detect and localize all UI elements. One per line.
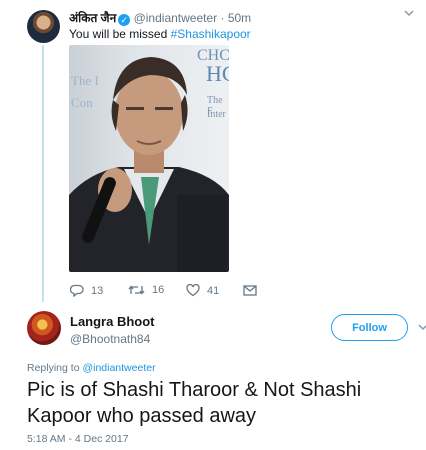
like-icon <box>186 284 200 297</box>
tweet-header: अंकित जैन ✓ @indiantweeter · 50m <box>69 9 251 26</box>
retweet-icon <box>128 285 145 295</box>
author-handle[interactable]: @indiantweeter <box>134 11 218 25</box>
retweet-count: 16 <box>152 284 165 296</box>
replying-to-link[interactable]: @indiantweeter <box>82 362 155 374</box>
follow-button[interactable]: Follow <box>331 314 408 341</box>
author-name[interactable]: अंकित जैन <box>69 11 116 25</box>
like-count: 41 <box>207 284 220 297</box>
chevron-down-icon[interactable] <box>418 322 426 332</box>
tweet-timestamp[interactable]: 5:18 AM - 4 Dec 2017 <box>27 433 129 445</box>
like-action[interactable]: 41 <box>186 284 219 297</box>
reply-tweet-text: Pic is of Shashi Tharoor & Not Shashi Ka… <box>27 379 362 427</box>
reply-author-avatar[interactable] <box>27 311 61 345</box>
dm-action[interactable] <box>243 284 264 296</box>
photo-person <box>69 57 229 272</box>
tweet-time[interactable]: 50m <box>228 11 251 25</box>
dm-icon <box>243 285 257 296</box>
tweet-photo[interactable]: The I Con CHC HC The F Inter <box>69 45 229 272</box>
replying-to: Replying to @indiantweeter <box>27 362 156 374</box>
tweet-text-body: You will be missed <box>69 27 171 41</box>
retweet-action[interactable]: 16 <box>128 284 164 296</box>
reply-author-name[interactable]: Langra Bhoot <box>70 314 155 329</box>
reply-action[interactable]: 13 <box>70 284 103 297</box>
hashtag-link[interactable]: #Shashikapoor <box>171 27 251 41</box>
verified-icon: ✓ <box>118 14 131 26</box>
chevron-down-icon[interactable] <box>404 8 414 18</box>
thread-line <box>42 45 44 302</box>
separator: · <box>220 11 225 25</box>
reply-author-handle[interactable]: @Bhootnath84 <box>70 332 150 346</box>
reply-icon <box>70 284 84 297</box>
author-avatar[interactable] <box>27 10 60 43</box>
reply-count: 13 <box>91 284 104 297</box>
tweet-text: You will be missed #Shashikapoor <box>69 27 251 41</box>
replying-to-prefix: Replying to <box>27 362 83 374</box>
